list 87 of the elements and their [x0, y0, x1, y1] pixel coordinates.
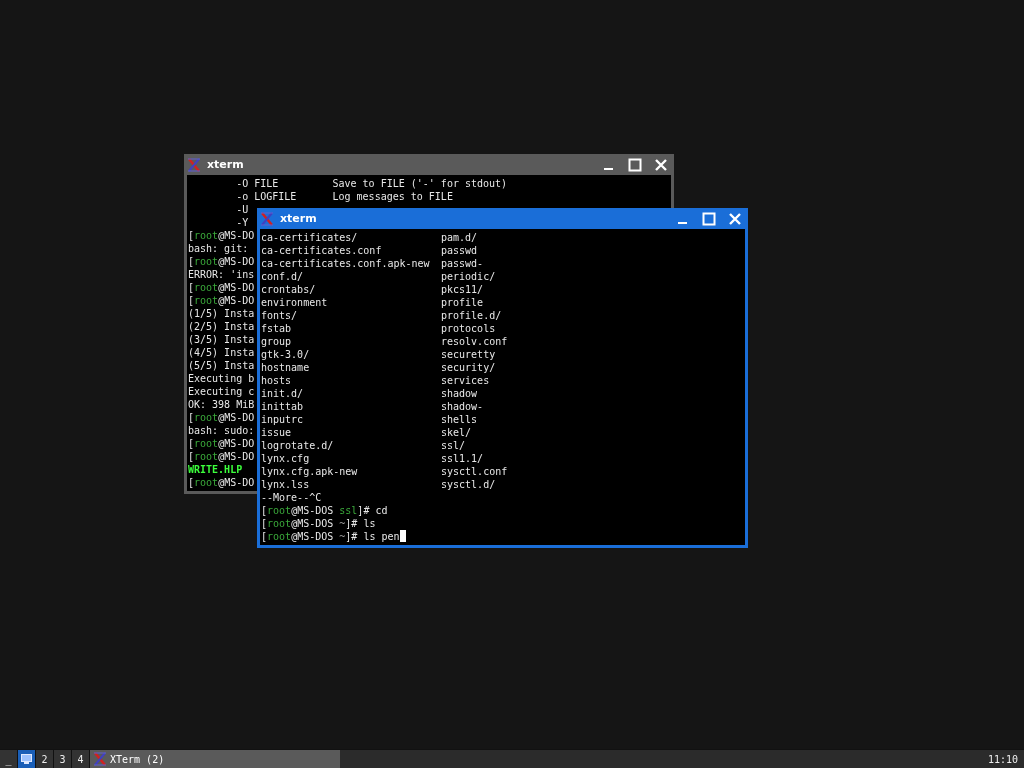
clock: 11:10: [987, 753, 1019, 765]
file-name: passwd-: [441, 257, 484, 270]
file-name: passwd: [441, 244, 478, 257]
terminal-line: bash: sudo:: [188, 425, 255, 436]
window-title: xterm: [280, 212, 318, 225]
workspace-button[interactable]: 3: [54, 750, 72, 768]
terminal-line: [root@MS-DOS ~]# ls pen: [261, 531, 400, 542]
file-name: profile: [441, 296, 484, 309]
close-icon[interactable]: [728, 211, 742, 226]
file-name: lynx.lss: [261, 478, 310, 491]
menu-button[interactable]: _: [0, 750, 18, 768]
file-name: inittab: [261, 400, 304, 413]
file-name: logrotate.d/: [261, 439, 334, 452]
taskbar-task[interactable]: XTerm (2): [90, 750, 340, 768]
file-name: fstab: [261, 322, 292, 335]
file-name: shells: [441, 413, 478, 426]
x-logo-icon: [187, 157, 201, 172]
window-title: xterm: [207, 158, 245, 171]
terminal-line: -U: [235, 204, 249, 215]
maximize-icon[interactable]: [628, 157, 642, 172]
x-logo-icon: [93, 752, 107, 766]
terminal-line: (1/5) Insta: [188, 308, 255, 319]
maximize-icon[interactable]: [702, 211, 716, 226]
file-name: shadow: [441, 387, 478, 400]
title-bar[interactable]: xterm: [184, 154, 674, 175]
terminal-line: [root@MS-DO: [188, 282, 255, 293]
file-name: fonts/: [261, 309, 298, 322]
file-name: sysctl.conf: [441, 465, 508, 478]
file-name: gtk-3.0/: [261, 348, 310, 361]
terminal-line: (2/5) Insta: [188, 321, 255, 332]
file-name: init.d/: [261, 387, 304, 400]
terminal-line: [root@MS-DO: [188, 412, 255, 423]
close-icon[interactable]: [654, 157, 668, 172]
workspace-button[interactable]: 4: [72, 750, 90, 768]
terminal-line: -o LOGFILE Log messages to FILE: [235, 191, 453, 202]
file-name: group: [261, 335, 292, 348]
file-name: issue: [261, 426, 292, 439]
terminal-line: [root@MS-DOS ssl]# cd: [261, 505, 388, 516]
terminal-line: [root@MS-DO: [188, 295, 255, 306]
file-name: periodic/: [441, 270, 496, 283]
file-name: pkcs11/: [441, 283, 484, 296]
terminal-line: [root@MS-DOS ~]# ls: [261, 518, 376, 529]
file-name: conf.d/: [261, 270, 304, 283]
terminal-line: (3/5) Insta: [188, 334, 255, 345]
file-name: resolv.conf: [441, 335, 508, 348]
file-name: profile.d/: [441, 309, 502, 322]
file-name: sysctl.d/: [441, 478, 496, 491]
file-name: protocols: [441, 322, 496, 335]
terminal-line: [root@MS-DO: [188, 230, 255, 241]
file-name: ssl/: [441, 439, 466, 452]
terminal-line: Executing c: [188, 386, 255, 397]
terminal-line: [root@MS-DO: [188, 438, 255, 449]
file-name: crontabs/: [261, 283, 316, 296]
file-name: pam.d/: [441, 231, 478, 244]
terminal-line: -Y: [235, 217, 249, 228]
terminal-line: -O FILE Save to FILE ('-' for stdout): [235, 178, 508, 189]
monitor-icon: [21, 754, 32, 764]
file-name: security/: [441, 361, 496, 374]
terminal-line: [root@MS-DO: [188, 256, 255, 267]
x-logo-icon: [260, 211, 274, 226]
file-name: ssl1.1/: [441, 452, 484, 465]
file-name: lynx.cfg: [261, 452, 310, 465]
file-name: ca-certificates.conf.apk-new: [261, 257, 430, 270]
file-name: inputrc: [261, 413, 304, 426]
terminal-line: bash: git:: [188, 243, 249, 254]
workspace-button[interactable]: [18, 750, 36, 768]
file-name: hosts: [261, 374, 292, 387]
file-name: hostname: [261, 361, 310, 374]
terminal-line: (5/5) Insta: [188, 360, 255, 371]
file-name: services: [441, 374, 490, 387]
file-name: ca-certificates/: [261, 231, 358, 244]
file-name: skel/: [441, 426, 472, 439]
terminal-line: ERROR: 'ins: [188, 269, 255, 280]
file-name: shadow-: [441, 400, 484, 413]
file-name: lynx.cfg.apk-new: [261, 465, 358, 478]
terminal-line: WRITE.HLP: [188, 464, 243, 475]
terminal-line: OK: 398 MiB: [188, 399, 255, 410]
workspace-button[interactable]: 2: [36, 750, 54, 768]
terminal-line: [root@MS-DO: [188, 451, 255, 462]
file-name: ca-certificates.conf: [261, 244, 382, 257]
terminal-line: --More--^C: [261, 492, 322, 503]
terminal-line: Executing b: [188, 373, 255, 384]
terminal-line: (4/5) Insta: [188, 347, 255, 358]
title-bar[interactable]: xterm: [257, 208, 748, 229]
file-name: securetty: [441, 348, 496, 361]
terminal-line: [root@MS-DO: [188, 477, 255, 488]
file-name: environment: [261, 296, 328, 309]
